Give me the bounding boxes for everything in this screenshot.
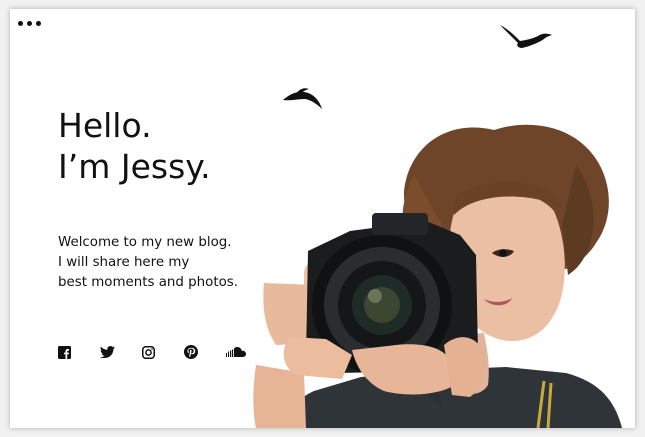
- dot: [27, 20, 32, 26]
- pinterest-icon: [184, 345, 198, 359]
- facebook-icon: [58, 345, 71, 359]
- greeting-line: Hello.: [58, 106, 152, 145]
- name-line: I’m Jessy.: [58, 147, 211, 186]
- dot: [18, 20, 23, 26]
- photographer-with-camera-image: [253, 124, 622, 428]
- intro-text: Welcome to my new blog. I will share her…: [58, 233, 238, 293]
- intro-line: Welcome to my new blog.: [58, 235, 232, 250]
- social-links: [58, 343, 268, 361]
- instagram-icon: [142, 345, 155, 359]
- facebook-link[interactable]: [58, 343, 100, 361]
- intro-line: best moments and photos.: [58, 275, 239, 290]
- dot: [36, 20, 41, 26]
- page-title: Hello. I’m Jessy.: [58, 105, 211, 187]
- intro-line: I will share here my: [58, 255, 190, 270]
- twitter-link[interactable]: [100, 343, 142, 361]
- more-dots-icon[interactable]: [18, 17, 48, 29]
- bird-icon: [500, 25, 552, 48]
- instagram-link[interactable]: [142, 343, 184, 361]
- page-card: Hello. I’m Jessy. Welcome to my new blog…: [10, 9, 635, 428]
- pinterest-link[interactable]: [184, 343, 226, 361]
- twitter-icon: [100, 346, 115, 358]
- soundcloud-icon: [226, 347, 246, 357]
